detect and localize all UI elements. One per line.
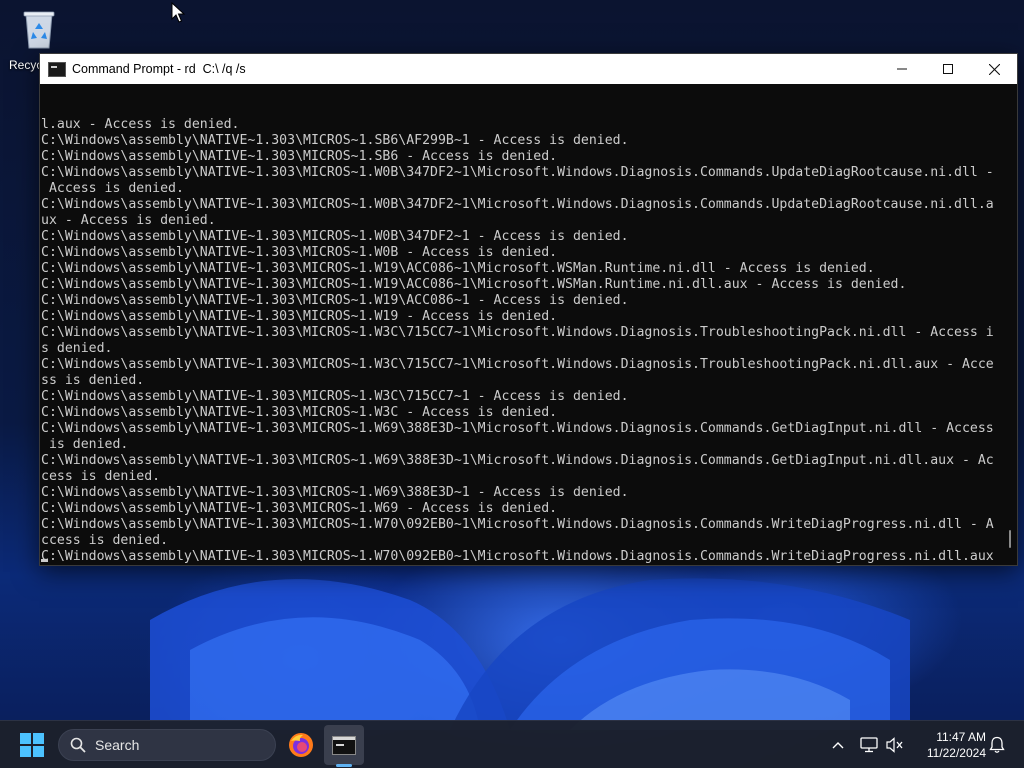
search-label: Search [95, 737, 140, 753]
console-line: ux - Access is denied. [41, 213, 216, 228]
network-button[interactable] [858, 734, 880, 756]
console-line: s denied. [41, 341, 113, 356]
show-hidden-icons-button[interactable] [828, 735, 848, 755]
running-indicator [336, 764, 352, 767]
console-output[interactable]: l.aux - Access is denied. C:\Windows\asse… [40, 85, 1002, 563]
notification-bell-icon [989, 736, 1005, 753]
console-line: cess is denied. [41, 469, 161, 484]
console-line: C:\Windows\assembly\NATIVE~1.303\MICROS~… [41, 149, 558, 164]
recycle-bin-icon [23, 11, 55, 49]
volume-button[interactable] [884, 734, 906, 756]
console-line: C:\Windows\assembly\NATIVE~1.303\MICROS~… [41, 421, 994, 436]
taskbar-search-box[interactable]: Search [58, 729, 276, 761]
windows-start-icon [20, 733, 44, 757]
minimize-button[interactable] [879, 54, 925, 84]
wallpaper-bloom [150, 578, 910, 730]
console-line: C:\Windows\assembly\NATIVE~1.303\MICROS~… [41, 309, 558, 324]
console-line: l.aux - Access is denied. [41, 117, 240, 132]
command-prompt-icon [48, 61, 66, 77]
command-prompt-window[interactable]: Command Prompt - rd C:\ /q /s l.aux - Ac… [39, 53, 1018, 566]
firefox-icon [289, 733, 313, 757]
console-line: C:\Windows\assembly\NATIVE~1.303\MICROS~… [41, 325, 994, 340]
firefox-taskbar-button[interactable] [281, 725, 321, 765]
command-prompt-taskbar-button[interactable] [324, 725, 364, 765]
taskbar-clock[interactable]: 11:47 AM 11/22/2024 [912, 729, 986, 761]
mouse-pointer-icon [171, 2, 185, 23]
console-line: C:\Windows\assembly\NATIVE~1.303\MICROS~… [41, 293, 629, 308]
vertical-scrollbar[interactable] [1003, 85, 1015, 563]
volume-muted-icon [886, 737, 903, 753]
console-line: is denied. [41, 437, 129, 452]
console-line: ss is denied. [41, 373, 145, 388]
scrollbar-thumb[interactable] [1009, 530, 1011, 548]
maximize-icon [943, 64, 953, 74]
console-line: C:\Windows\assembly\NATIVE~1.303\MICROS~… [41, 245, 558, 260]
console-line: C:\Windows\assembly\NATIVE~1.303\MICROS~… [41, 549, 994, 563]
console-line: C:\Windows\assembly\NATIVE~1.303\MICROS~… [41, 517, 994, 532]
notifications-button[interactable] [986, 734, 1008, 756]
search-icon [70, 737, 86, 753]
command-prompt-icon [332, 735, 356, 755]
console-line: C:\Windows\assembly\NATIVE~1.303\MICROS~… [41, 165, 994, 180]
console-line: C:\Windows\assembly\NATIVE~1.303\MICROS~… [41, 405, 558, 420]
console-lines: l.aux - Access is denied. C:\Windows\asse… [40, 117, 1002, 563]
console-line: C:\Windows\assembly\NATIVE~1.303\MICROS~… [41, 389, 629, 404]
desktop: Recyc Command Prompt - rd C:\ /q /s l.au… [0, 0, 1024, 768]
window-title: Command Prompt - rd C:\ /q /s [72, 62, 246, 76]
console-line: C:\Windows\assembly\NATIVE~1.303\MICROS~… [41, 485, 629, 500]
close-button[interactable] [971, 54, 1017, 84]
taskbar: Search 11:47 AM 11/22/2024 [0, 720, 1024, 768]
console-line: C:\Windows\assembly\NATIVE~1.303\MICROS~… [41, 501, 558, 516]
console-line: C:\Windows\assembly\NATIVE~1.303\MICROS~… [41, 197, 994, 212]
network-icon [860, 737, 878, 753]
clock-date: 11/22/2024 [926, 746, 986, 760]
window-titlebar[interactable]: Command Prompt - rd C:\ /q /s [40, 54, 1017, 84]
text-cursor [41, 559, 48, 562]
start-button[interactable] [12, 727, 52, 763]
console-line: C:\Windows\assembly\NATIVE~1.303\MICROS~… [41, 261, 875, 276]
console-line: Access is denied. [41, 181, 184, 196]
console-line: C:\Windows\assembly\NATIVE~1.303\MICROS~… [41, 229, 629, 244]
minimize-icon [897, 68, 907, 70]
chevron-up-icon [832, 742, 844, 749]
console-line: C:\Windows\assembly\NATIVE~1.303\MICROS~… [41, 453, 994, 468]
console-line: C:\Windows\assembly\NATIVE~1.303\MICROS~… [41, 357, 994, 372]
clock-time: 11:47 AM [936, 730, 986, 744]
close-icon [988, 63, 1000, 75]
console-line: C:\Windows\assembly\NATIVE~1.303\MICROS~… [41, 133, 629, 148]
console-line: ccess is denied. [41, 533, 169, 548]
console-line: C:\Windows\assembly\NATIVE~1.303\MICROS~… [41, 277, 907, 292]
maximize-button[interactable] [925, 54, 971, 84]
